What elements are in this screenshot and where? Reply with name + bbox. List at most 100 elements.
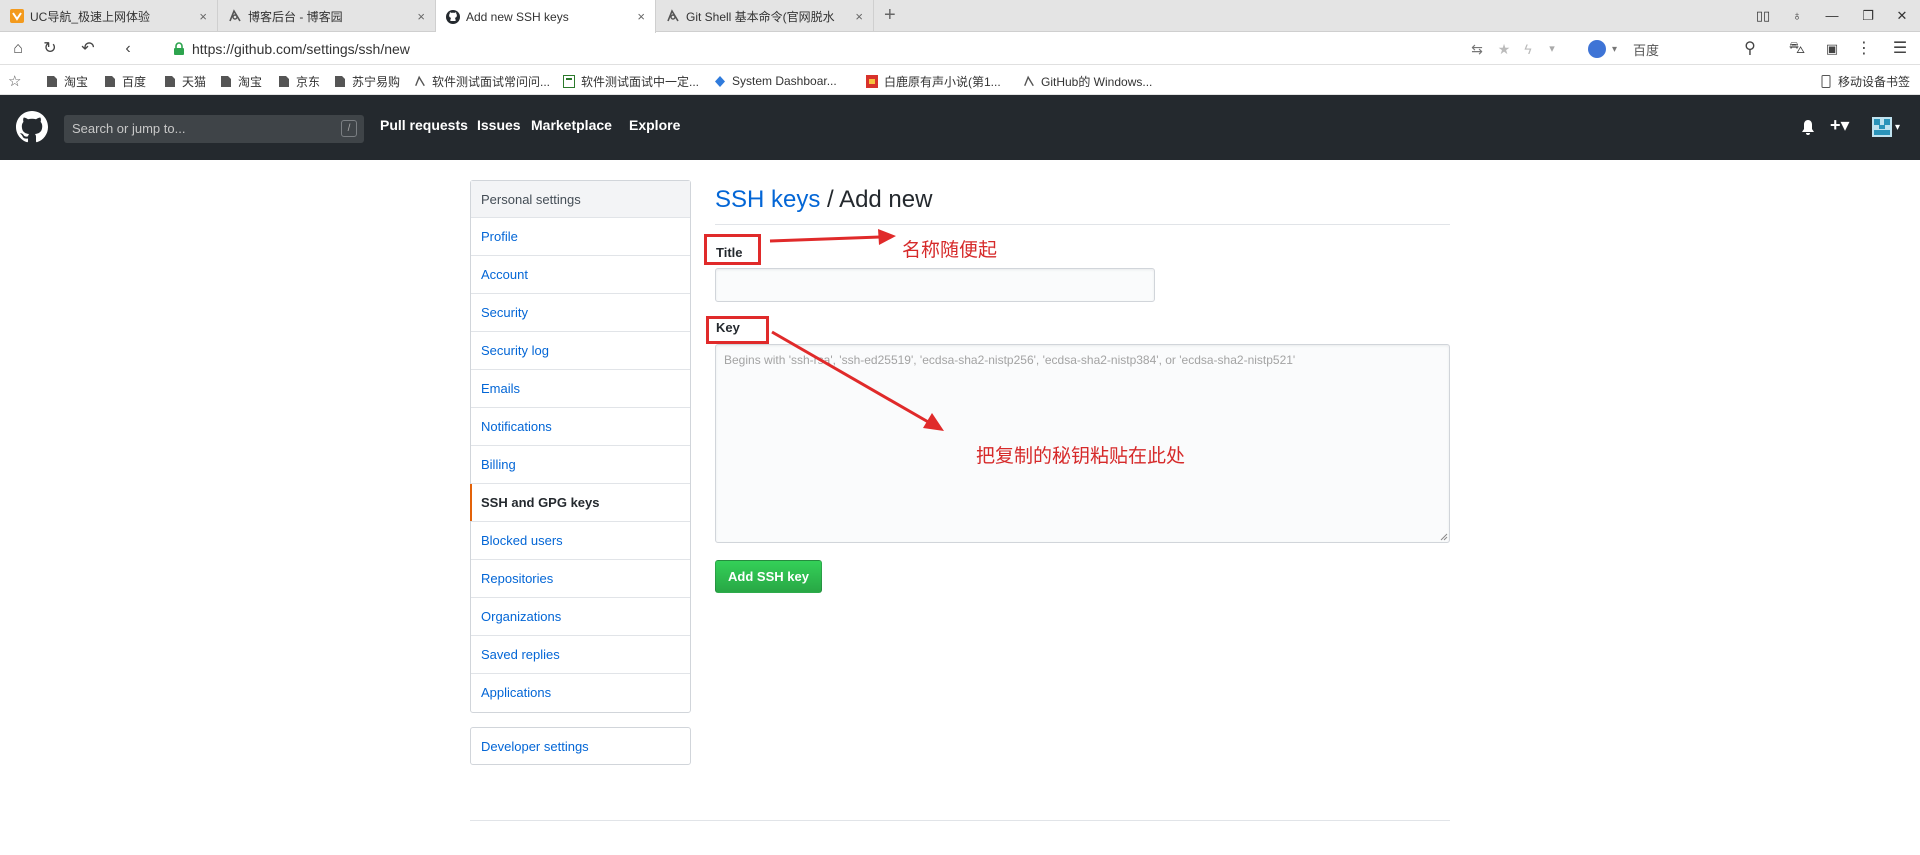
star-icon[interactable]: ★ [1494, 39, 1514, 59]
tab-close-icon[interactable]: × [855, 9, 863, 24]
bookmark-item[interactable]: 白鹿原有声小说(第1... [866, 72, 1001, 90]
sidebar-item-saved-replies[interactable]: Saved replies [471, 636, 690, 674]
search-shortcut-key: / [341, 120, 357, 137]
page-icon [279, 75, 289, 87]
url-text: https://github.com/settings/ssh/new [192, 41, 410, 57]
mobile-bookmarks[interactable]: 移动设备书签 [1820, 72, 1910, 90]
sidebar-item-developer-settings[interactable]: Developer settings [470, 727, 691, 765]
github-search-input[interactable]: Search or jump to... / [64, 115, 364, 143]
title-arrow-line [769, 235, 881, 243]
sidebar-item-emails[interactable]: Emails [471, 370, 690, 408]
create-new-dropdown[interactable]: +▾ [1830, 115, 1850, 136]
title-annotation: 名称随便起 [902, 239, 998, 261]
nav-issues[interactable]: Issues [477, 117, 521, 133]
tab-label: 博客后台 - 博客园 [248, 9, 343, 24]
bookmark-item[interactable]: 天猫 [164, 72, 206, 90]
sidebar-item-billing[interactable]: Billing [471, 446, 690, 484]
new-tab-icon[interactable]: + [884, 5, 896, 25]
page-icon [221, 75, 231, 87]
baidu-icon [1588, 40, 1606, 58]
more-icon[interactable]: ⋮ [1854, 39, 1874, 59]
sidebar-item-profile[interactable]: Profile [471, 218, 690, 256]
chevron-down-icon[interactable]: ▾ [1542, 39, 1562, 59]
bookmark-item[interactable]: 京东 [278, 72, 320, 90]
url-field[interactable]: https://github.com/settings/ssh/new [172, 37, 1462, 61]
home-icon[interactable]: ⌂ [8, 39, 28, 59]
uc-favicon-icon [10, 9, 24, 23]
github-favicon-icon [446, 9, 460, 24]
search-icon[interactable]: ⚲ [1740, 39, 1760, 59]
translate-icon[interactable]: ⇆ [1467, 39, 1487, 59]
title-arrow-head [878, 229, 896, 245]
browser-tab-github[interactable]: Add new SSH keys × [436, 0, 656, 33]
bookmark-item[interactable]: 百度 [104, 72, 146, 90]
tab-close-icon[interactable]: × [417, 9, 425, 24]
bookmark-item[interactable]: 淘宝 [46, 72, 88, 90]
bookmarks-bar: ☆ 淘宝 百度 天猫 淘宝 京东 苏宁易购 软件测试面试常问问... 软件测试面… [0, 66, 1920, 95]
lock-icon [174, 42, 184, 55]
bookmark-item[interactable]: 软件测试面试中一定... [563, 72, 699, 90]
title-input[interactable] [715, 268, 1155, 302]
cnblogs-favicon-icon [667, 9, 679, 22]
bookmark-item[interactable]: System Dashboar... [714, 72, 837, 90]
undo-icon[interactable]: ↶ [78, 39, 98, 59]
tab-label: UC导航_极速上网体验 [30, 9, 151, 24]
settings-sidebar: Personal settings Profile Account Securi… [470, 180, 691, 713]
sidebar-heading: Personal settings [471, 181, 690, 218]
nav-pull-requests[interactable]: Pull requests [380, 117, 468, 133]
title-highlight-box [704, 234, 761, 265]
back-icon[interactable]: ‹ [118, 39, 138, 59]
resize-handle-icon[interactable] [1440, 533, 1448, 541]
browser-tab-bar: UC导航_极速上网体验 × 博客后台 - 博客园 × Add new SSH k… [0, 0, 1920, 33]
sidebar-item-security-log[interactable]: Security log [471, 332, 690, 370]
sidebar-item-account[interactable]: Account [471, 256, 690, 294]
minimize-icon[interactable]: — [1814, 0, 1850, 32]
page-icon [105, 75, 115, 87]
sidebar-item-repositories[interactable]: Repositories [471, 560, 690, 598]
sidebar-item-applications[interactable]: Applications [471, 674, 690, 712]
extension-icon[interactable]: ▣ [1822, 39, 1842, 59]
close-icon[interactable]: ✕ [1884, 0, 1920, 32]
sidebar-item-blocked-users[interactable]: Blocked users [471, 522, 690, 560]
bookmark-item[interactable]: 软件测试面试常问问... [414, 72, 550, 90]
search-engine-name: 百度 [1633, 42, 1660, 58]
skin-icon[interactable]: ♁ [1779, 0, 1815, 32]
bookmark-item[interactable]: 苏宁易购 [334, 72, 400, 90]
menu-icon[interactable]: ☰ [1890, 39, 1910, 59]
add-ssh-key-button[interactable]: Add SSH key [715, 560, 822, 593]
page-title-text: Add new [839, 186, 933, 213]
address-bar: ⌂ ↻ ↶ ‹ https://github.com/settings/ssh/… [0, 33, 1920, 65]
github-logo-icon[interactable] [16, 111, 48, 143]
bell-icon[interactable] [1801, 120, 1815, 136]
page-icon [47, 75, 57, 87]
sidebar-item-organizations[interactable]: Organizations [471, 598, 690, 636]
maximize-icon[interactable]: ❐ [1850, 0, 1886, 32]
cnblogs-favicon-icon [1024, 75, 1034, 86]
reload-icon[interactable]: ↻ [40, 39, 60, 59]
cnblogs-favicon-icon [229, 9, 241, 22]
page-icon [335, 75, 345, 87]
tab-list-icon[interactable]: ▯▯ [1745, 0, 1781, 32]
sidebar-item-security[interactable]: Security [471, 294, 690, 332]
breadcrumb-ssh-keys[interactable]: SSH keys [715, 186, 820, 213]
tab-close-icon[interactable]: × [199, 9, 207, 24]
breadcrumb-separator: / [827, 186, 834, 213]
browser-tab-uc[interactable]: UC导航_极速上网体验 × [0, 0, 218, 32]
browser-tab-cnblogs[interactable]: 博客后台 - 博客园 × [218, 0, 436, 32]
sidebar-item-ssh-gpg-keys[interactable]: SSH and GPG keys [470, 484, 690, 522]
bookmark-star-icon[interactable]: ☆ [8, 72, 21, 90]
lightning-icon[interactable]: ϟ [1518, 39, 1538, 59]
sidebar-item-notifications[interactable]: Notifications [471, 408, 690, 446]
bookmark-item[interactable]: GitHub的 Windows... [1023, 72, 1152, 90]
chevron-down-icon[interactable]: ▾ [1612, 44, 1617, 55]
user-menu[interactable]: ▾ [1872, 117, 1900, 137]
cart-icon[interactable]: ⛍ [1787, 39, 1807, 59]
key-annotation: 把复制的秘钥粘贴在此处 [976, 445, 1186, 467]
browser-tab-gitshell[interactable]: Git Shell 基本命令(官网脱水 × [656, 0, 874, 32]
nav-explore[interactable]: Explore [629, 117, 680, 133]
tab-label: Git Shell 基本命令(官网脱水 [686, 9, 835, 24]
nav-marketplace[interactable]: Marketplace [531, 117, 612, 133]
tab-close-icon[interactable]: × [637, 9, 645, 24]
bookmark-item[interactable]: 淘宝 [220, 72, 262, 90]
page-icon [165, 75, 175, 87]
